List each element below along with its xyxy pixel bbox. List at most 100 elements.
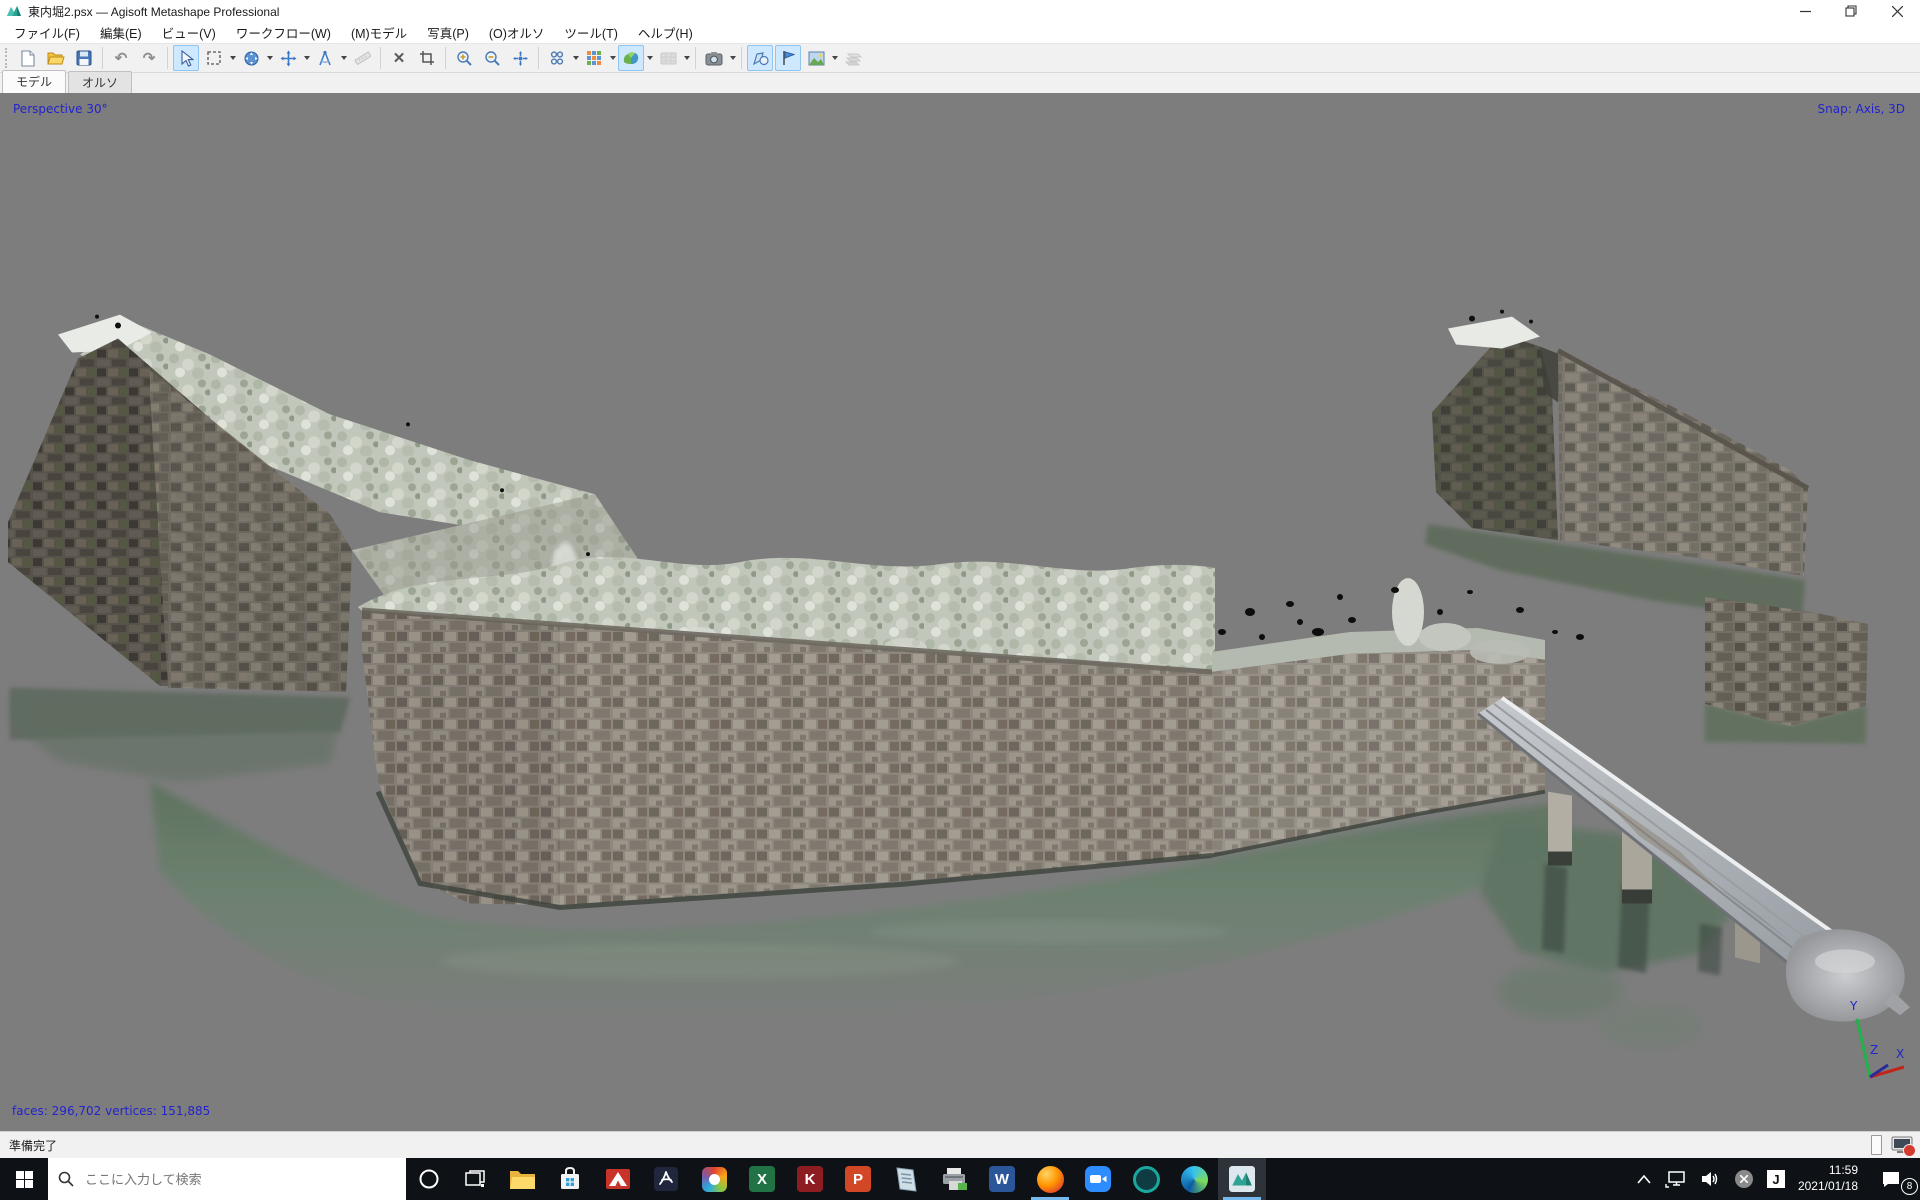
rect-selection-dropdown[interactable] <box>228 46 237 70</box>
tiled-model-button[interactable] <box>581 45 607 71</box>
zoom-in-button[interactable] <box>451 45 477 71</box>
select-arrow-button[interactable] <box>173 45 199 71</box>
zoom-out-button[interactable] <box>479 45 505 71</box>
zoom-out-icon <box>484 50 501 67</box>
menu-file[interactable]: ファイル(F) <box>4 21 90 44</box>
menu-model[interactable]: (M)モデル <box>341 21 417 44</box>
dem-icon <box>660 50 677 66</box>
ruler-button[interactable] <box>349 45 375 71</box>
restore-button[interactable] <box>1828 0 1874 22</box>
model-viewport[interactable]: Perspective 30° Snap: Axis, 3D faces: 29… <box>0 93 1920 1131</box>
app-printer-utility[interactable] <box>930 1158 978 1200</box>
app-metashape[interactable] <box>1218 1158 1266 1200</box>
search-input[interactable] <box>83 1171 396 1188</box>
reset-view-button[interactable] <box>507 45 533 71</box>
navigation-dropdown[interactable] <box>265 46 274 70</box>
toolbar-grip[interactable] <box>5 48 10 68</box>
start-button[interactable] <box>0 1158 48 1200</box>
console-button[interactable] <box>1890 1135 1914 1155</box>
undo-icon: ↶ <box>115 51 128 66</box>
network-button[interactable] <box>1658 1158 1694 1200</box>
tray-app-j-icon: J <box>1767 1170 1785 1188</box>
menu-help[interactable]: ヘルプ(H) <box>628 21 703 44</box>
store-icon <box>558 1167 582 1191</box>
redo-button[interactable]: ↷ <box>136 45 162 71</box>
app-firefox[interactable] <box>1026 1158 1074 1200</box>
tab-model[interactable]: モデル <box>2 70 66 93</box>
word-icon: W <box>989 1166 1015 1192</box>
action-center-button[interactable]: 8 <box>1864 1158 1918 1200</box>
network-icon <box>1665 1170 1687 1188</box>
menu-ortho[interactable]: (O)オルソ <box>479 21 555 44</box>
volume-button[interactable] <box>1694 1158 1728 1200</box>
delete-icon: ✕ <box>393 51 406 66</box>
dem-dropdown[interactable] <box>682 46 691 70</box>
tab-ortho[interactable]: オルソ <box>68 71 132 93</box>
open-folder-icon <box>47 50 65 66</box>
capture-photo-icon <box>705 51 723 66</box>
point-cloud-button[interactable] <box>544 45 570 71</box>
clock-time: 11:59 <box>1798 1163 1858 1179</box>
adobe-app-icon <box>605 1167 631 1191</box>
tiled-model-dropdown[interactable] <box>608 46 617 70</box>
app-explorer[interactable] <box>498 1158 546 1200</box>
menu-edit[interactable]: 編集(E) <box>90 21 152 44</box>
app-zoom[interactable] <box>1074 1158 1122 1200</box>
show-shapes-button[interactable] <box>747 45 773 71</box>
app-creative-cloud[interactable] <box>690 1158 738 1200</box>
rect-selection-button[interactable] <box>201 45 227 71</box>
capture-photo-button[interactable] <box>701 45 727 71</box>
rotate-object-dropdown[interactable] <box>339 46 348 70</box>
menu-view[interactable]: ビュー(V) <box>152 21 226 44</box>
move-object-dropdown[interactable] <box>302 46 311 70</box>
close-button[interactable] <box>1874 0 1920 22</box>
taskbar-clock[interactable]: 11:59 2021/01/18 <box>1798 1163 1858 1194</box>
menu-workflow[interactable]: ワークフロー(W) <box>226 21 341 44</box>
rotate-object-button[interactable] <box>312 45 338 71</box>
app-edge[interactable] <box>1170 1158 1218 1200</box>
app-word[interactable]: W <box>978 1158 1026 1200</box>
windows-taskbar: X K P <box>0 1158 1920 1200</box>
toolbar-separator <box>167 47 168 69</box>
move-object-button[interactable] <box>275 45 301 71</box>
move-object-icon <box>280 50 297 67</box>
hidden-icons-button[interactable] <box>1630 1158 1658 1200</box>
navigation-button[interactable] <box>238 45 264 71</box>
app-adobe[interactable] <box>594 1158 642 1200</box>
show-images-button[interactable] <box>803 45 829 71</box>
minimize-button[interactable] <box>1782 0 1828 22</box>
tray-app-j-button[interactable]: J <box>1760 1158 1792 1200</box>
title-bar: 東内堀2.psx — Agisoft Metashape Professiona… <box>0 0 1920 22</box>
new-project-button[interactable] <box>15 45 41 71</box>
app-meeting[interactable] <box>1122 1158 1170 1200</box>
meeting-app-icon <box>1133 1166 1160 1193</box>
save-button[interactable] <box>71 45 97 71</box>
open-button[interactable] <box>43 45 69 71</box>
task-view-button[interactable] <box>452 1158 498 1200</box>
model-shaded-button[interactable] <box>618 45 644 71</box>
app-acrobat-reader[interactable] <box>642 1158 690 1200</box>
resize-region-button[interactable] <box>414 45 440 71</box>
app-excel[interactable]: X <box>738 1158 786 1200</box>
cortana-button[interactable] <box>406 1158 452 1200</box>
reset-view-icon <box>512 50 529 67</box>
menu-photo[interactable]: 写真(P) <box>417 21 479 44</box>
show-markers-button[interactable] <box>775 45 801 71</box>
undo-button[interactable]: ↶ <box>108 45 134 71</box>
window-title: 東内堀2.psx — Agisoft Metashape Professiona… <box>28 3 279 20</box>
app-text-editor[interactable] <box>882 1158 930 1200</box>
menu-tools[interactable]: ツール(T) <box>554 21 627 44</box>
app-k-office[interactable]: K <box>786 1158 834 1200</box>
app-store[interactable] <box>546 1158 594 1200</box>
panel-handle[interactable] <box>1871 1135 1882 1155</box>
taskbar-search[interactable] <box>48 1158 406 1200</box>
delete-button[interactable]: ✕ <box>386 45 412 71</box>
dem-button[interactable] <box>655 45 681 71</box>
capture-photo-dropdown[interactable] <box>728 46 737 70</box>
point-cloud-dropdown[interactable] <box>571 46 580 70</box>
model-shaded-dropdown[interactable] <box>645 46 654 70</box>
show-labels-button[interactable] <box>840 45 866 71</box>
show-images-dropdown[interactable] <box>830 46 839 70</box>
sync-offline-button[interactable] <box>1728 1158 1760 1200</box>
app-powerpoint[interactable]: P <box>834 1158 882 1200</box>
